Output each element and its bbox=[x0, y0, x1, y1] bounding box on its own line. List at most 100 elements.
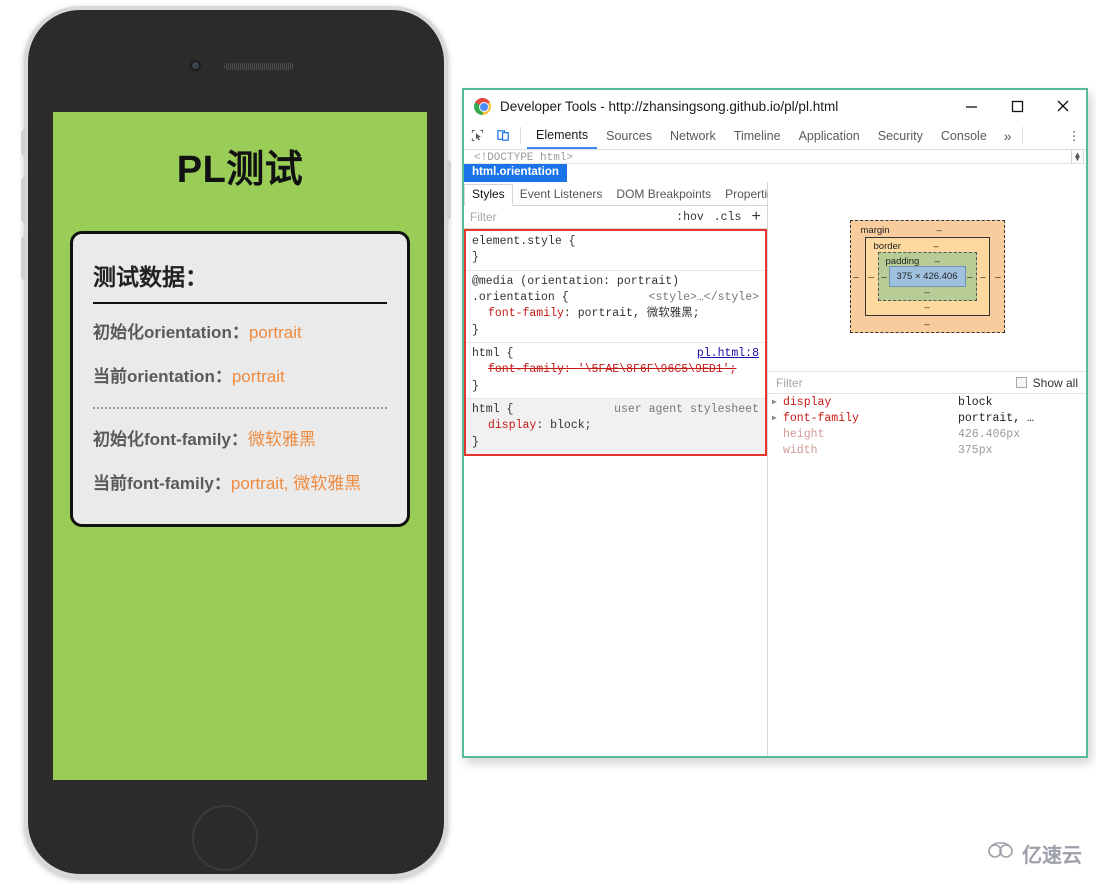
box-model-content-size[interactable]: 375 × 426.406 bbox=[888, 266, 966, 287]
devtools-menu-icon[interactable]: ⋮ bbox=[1062, 122, 1086, 149]
phone-power-button bbox=[446, 160, 451, 220]
tab-sources[interactable]: Sources bbox=[597, 122, 661, 149]
subtab-event-listeners[interactable]: Event Listeners bbox=[513, 185, 610, 205]
rule-close: } bbox=[472, 323, 479, 337]
margin-left-value[interactable]: – bbox=[854, 271, 859, 282]
more-tabs-icon[interactable]: » bbox=[996, 122, 1020, 149]
dom-tree-scrollbar[interactable]: ▲ ▼ bbox=[1071, 150, 1084, 163]
computed-property-name: width bbox=[783, 443, 818, 457]
computed-row-height[interactable]: height 426.406px bbox=[768, 426, 1086, 442]
minimize-button[interactable] bbox=[948, 91, 994, 121]
show-all-checkbox[interactable] bbox=[1015, 377, 1027, 388]
hov-toggle[interactable]: :hov bbox=[676, 211, 704, 224]
box-model-margin[interactable]: margin – – – – border – – – – padding – … bbox=[849, 220, 1005, 333]
inspect-element-icon[interactable] bbox=[464, 122, 490, 149]
subtab-dom-breakpoints[interactable]: DOM Breakpoints bbox=[609, 185, 718, 205]
css-declaration[interactable]: font-family: portrait, 微软雅黑; bbox=[472, 306, 765, 322]
css-rule-element-style[interactable]: element.style { } bbox=[466, 231, 765, 271]
maximize-button[interactable] bbox=[994, 91, 1040, 121]
box-model-border[interactable]: border – – – – padding – – – – 375 × 426… bbox=[864, 237, 990, 316]
tab-security[interactable]: Security bbox=[869, 122, 932, 149]
computed-property-value: 375px bbox=[958, 443, 993, 457]
property-value[interactable]: block; bbox=[550, 419, 591, 432]
rule-source[interactable]: <style>…</style> bbox=[649, 290, 759, 306]
property-name[interactable]: display bbox=[488, 419, 536, 432]
box-model-padding[interactable]: padding – – – – 375 × 426.406 bbox=[877, 252, 977, 301]
computed-row-display[interactable]: ▶ display block bbox=[768, 394, 1086, 410]
window-title: Developer Tools - http://zhansingsong.gi… bbox=[500, 98, 839, 114]
card-divider bbox=[93, 302, 387, 304]
property-name[interactable]: font-family bbox=[488, 363, 564, 376]
breadcrumb-item-html-orientation[interactable]: html.orientation bbox=[464, 164, 567, 182]
property-separator: : bbox=[563, 363, 578, 377]
watermark-text: 亿速云 bbox=[1022, 845, 1082, 867]
scroll-down-arrow: ▼ bbox=[1073, 154, 1082, 163]
tab-timeline[interactable]: Timeline bbox=[725, 122, 790, 149]
css-declaration[interactable]: display: block; bbox=[472, 418, 765, 434]
row-init-orientation: 初始化orientation：portrait bbox=[93, 320, 389, 346]
computed-filter-input[interactable]: Filter bbox=[776, 376, 803, 390]
property-value[interactable]: portrait, 微软雅黑; bbox=[578, 307, 700, 320]
rule-media-query: @media (orientation: portrait) bbox=[472, 274, 680, 288]
margin-top-value[interactable]: – bbox=[937, 225, 942, 236]
box-model-diagram: margin – – – – border – – – – padding – … bbox=[768, 182, 1086, 372]
border-bottom-value[interactable]: – bbox=[924, 302, 929, 313]
computed-properties-list: ▶ display block ▶ font-family portrait, … bbox=[768, 394, 1086, 458]
row-init-font-family: 初始化font-family：微软雅黑 bbox=[93, 427, 389, 453]
css-rule-user-agent[interactable]: html { user agent stylesheet display: bl… bbox=[466, 398, 765, 454]
margin-right-value[interactable]: – bbox=[995, 271, 1000, 282]
computed-row-width[interactable]: width 375px bbox=[768, 442, 1086, 458]
show-all-control[interactable]: Show all bbox=[1015, 376, 1078, 390]
close-button[interactable] bbox=[1040, 91, 1086, 121]
property-separator: : bbox=[536, 419, 551, 433]
tab-elements[interactable]: Elements bbox=[527, 122, 598, 149]
front-camera-icon bbox=[190, 60, 201, 71]
expand-arrow-icon[interactable]: ▶ bbox=[772, 397, 783, 407]
property-name[interactable]: font-family bbox=[488, 307, 564, 320]
margin-bottom-value[interactable]: – bbox=[924, 319, 929, 330]
padding-left-value[interactable]: – bbox=[882, 271, 887, 282]
computed-property-name: font-family bbox=[783, 411, 859, 425]
tab-application[interactable]: Application bbox=[790, 122, 869, 149]
row-label: 当前font-family bbox=[93, 473, 214, 493]
styles-panel: Styles Event Listeners DOM Breakpoints P… bbox=[464, 182, 780, 756]
row-value: portrait, 微软雅黑 bbox=[230, 473, 362, 493]
row-value: portrait bbox=[248, 323, 302, 342]
tab-console[interactable]: Console bbox=[932, 122, 996, 149]
styles-filter-row: Filter :hov .cls + bbox=[464, 206, 767, 229]
border-right-value[interactable]: – bbox=[980, 271, 985, 282]
expand-arrow-icon[interactable]: ▶ bbox=[772, 413, 783, 423]
window-controls bbox=[948, 91, 1086, 121]
property-value[interactable]: '\5FAE\8F6F\96C5\9ED1'; bbox=[578, 363, 737, 376]
rule-selector: html { pl.html:8 bbox=[472, 346, 765, 362]
rule-selector-text: html { bbox=[472, 402, 514, 416]
computed-panel: margin – – – – border – – – – padding – … bbox=[768, 182, 1086, 756]
padding-bottom-value[interactable]: – bbox=[924, 287, 929, 298]
border-label: border bbox=[873, 241, 901, 252]
border-top-value[interactable]: – bbox=[934, 241, 939, 252]
dom-breadcrumb: html.orientation bbox=[464, 164, 1086, 182]
rule-source-link[interactable]: pl.html:8 bbox=[697, 346, 759, 362]
rule-selector-text: html { bbox=[472, 346, 514, 360]
padding-right-value[interactable]: – bbox=[967, 271, 972, 282]
computed-row-font-family[interactable]: ▶ font-family portrait, … bbox=[768, 410, 1086, 426]
new-style-rule-button[interactable]: + bbox=[751, 209, 761, 225]
cls-toggle[interactable]: .cls bbox=[714, 211, 742, 224]
padding-top-value[interactable]: – bbox=[935, 256, 940, 267]
tab-network[interactable]: Network bbox=[661, 122, 725, 149]
device-toolbar-icon[interactable] bbox=[490, 122, 516, 149]
css-declaration-overridden[interactable]: font-family: '\5FAE\8F6F\96C5\9ED1'; bbox=[472, 362, 765, 378]
page-title: PL测试 bbox=[176, 149, 304, 191]
home-button[interactable] bbox=[192, 805, 258, 871]
phone-mockup: PL测试 测试数据： 初始化orientation：portrait 当前ori… bbox=[21, 6, 451, 878]
styles-filter-input[interactable]: Filter bbox=[470, 210, 497, 224]
devtools-body: Styles Event Listeners DOM Breakpoints P… bbox=[464, 182, 1086, 756]
css-rule-html-page[interactable]: html { pl.html:8 font-family: '\5FAE\8F6… bbox=[466, 343, 765, 399]
css-rule-orientation-media[interactable]: @media (orientation: portrait) .orientat… bbox=[466, 271, 765, 343]
subtab-styles[interactable]: Styles bbox=[464, 184, 513, 206]
row-label: 当前orientation bbox=[93, 366, 215, 386]
css-rules-list: element.style { } @media (orientation: p… bbox=[464, 229, 767, 456]
row-colon: ： bbox=[213, 473, 231, 493]
border-left-value[interactable]: – bbox=[869, 271, 874, 282]
devtools-window: Developer Tools - http://zhansingsong.gi… bbox=[462, 88, 1088, 758]
